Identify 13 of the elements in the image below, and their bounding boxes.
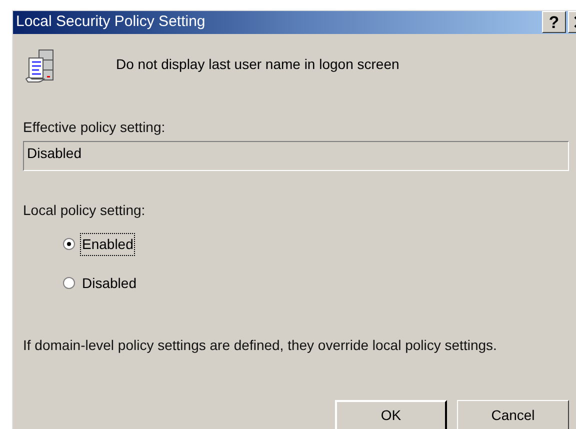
- radio-label[interactable]: Disabled: [80, 272, 138, 294]
- dialog-button[interactable]: Cancel: [457, 400, 569, 429]
- window-title: Local Security Policy Setting: [16, 12, 206, 32]
- effective-setting-label: Effective policy setting:: [23, 118, 166, 137]
- dialog-button[interactable]: OK: [335, 400, 447, 429]
- radio-button[interactable]: [63, 238, 75, 250]
- radio-button[interactable]: [63, 277, 75, 289]
- policy-name: Do not display last user name in logon screen: [116, 54, 400, 74]
- radio-label[interactable]: Enabled: [80, 232, 136, 256]
- help-button[interactable]: ?: [542, 11, 566, 34]
- note-text: If domain-level policy settings are defined, they override local policy settings.: [23, 336, 498, 355]
- local-setting-label: Local policy setting:: [23, 200, 146, 220]
- effective-setting-field: Disabled: [23, 140, 569, 170]
